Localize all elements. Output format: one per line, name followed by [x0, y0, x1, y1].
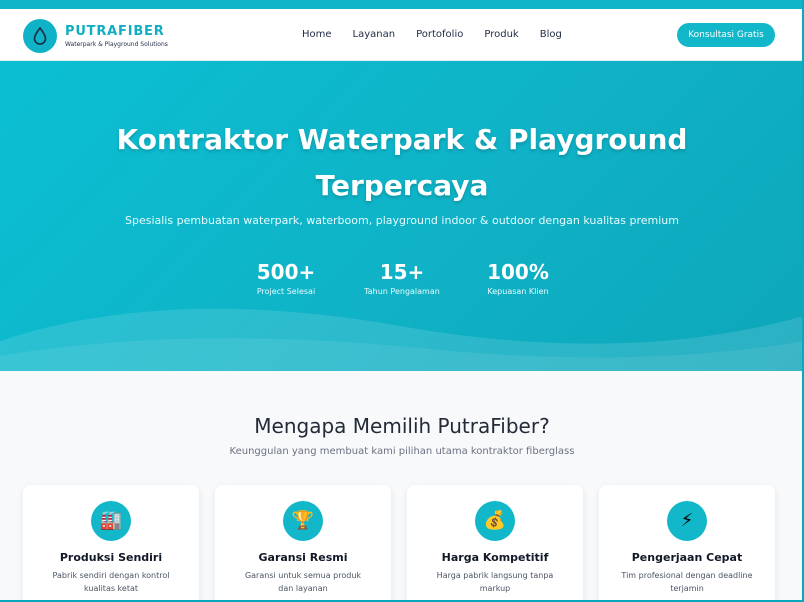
feature-card-warranty: 🏆 Garansi Resmi Garansi untuk semua prod… [215, 485, 391, 602]
stat-label: Tahun Pengalaman [364, 287, 440, 296]
card-title: Harga Kompetitif [441, 551, 549, 564]
hero-stats: 500+ Project Selesai 15+ Tahun Pengalama… [0, 259, 804, 296]
brand-tagline: Waterpark & Playground Solutions [65, 40, 168, 48]
card-description: Pabrik sendiri dengan kontrol kualitas k… [52, 571, 170, 593]
brand-name: PUTRAFIBER [65, 23, 165, 39]
trophy-icon: 🏆 [283, 501, 323, 541]
card-title: Pengerjaan Cepat [631, 551, 743, 564]
site-header: PUTRAFIBER Waterpark & Playground Soluti… [0, 9, 804, 61]
stat-projects: 500+ Project Selesai [228, 259, 344, 296]
nav-blog[interactable]: Blog [540, 28, 562, 42]
why-us-section: Mengapa Memilih PutraFiber? Keunggulan y… [0, 371, 804, 602]
card-title: Garansi Resmi [258, 551, 348, 564]
card-description: Garansi untuk semua produk dan layanan [244, 571, 362, 593]
nav-produk[interactable]: Produk [484, 28, 518, 42]
hero-section: Kontraktor Waterpark & Playground Terper… [0, 61, 804, 371]
nav-portofolio[interactable]: Portofolio [416, 28, 463, 42]
nav-home[interactable]: Home [302, 28, 332, 42]
card-title: Produksi Sendiri [59, 551, 163, 564]
nav-layanan[interactable]: Layanan [353, 28, 396, 42]
main-nav: Home Layanan Portofolio Produk Blog [302, 28, 583, 42]
feature-card-speed: ⚡ Pengerjaan Cepat Tim profesional denga… [599, 485, 775, 602]
hero-title-line2: Terpercaya [315, 169, 489, 202]
top-accent-bar [0, 0, 804, 9]
section-subtitle: Keunggulan yang membuat kami pilihan uta… [229, 446, 575, 457]
feature-card-price: 💰 Harga Kompetitif Harga pabrik langsung… [407, 485, 583, 602]
feature-cards: 🏭 Produksi Sendiri Pabrik sendiri dengan… [23, 485, 775, 602]
stat-label: Project Selesai [256, 287, 316, 296]
card-description: Harga pabrik langsung tanpa markup [436, 571, 554, 593]
money-bag-icon: 💰 [475, 501, 515, 541]
stat-experience: 15+ Tahun Pengalaman [344, 259, 460, 296]
stat-value: 15+ [379, 260, 425, 284]
section-title: Mengapa Memilih PutraFiber? [254, 414, 550, 438]
consultation-button[interactable]: Konsultasi Gratis [677, 23, 775, 47]
hero-title-line1: Kontraktor Waterpark & Playground [116, 123, 688, 156]
stat-satisfaction: 100% Kepuasan Klien [460, 259, 576, 296]
stat-label: Kepuasan Klien [487, 287, 549, 296]
stat-value: 100% [487, 260, 549, 284]
water-drop-icon [23, 19, 57, 53]
card-description: Tim profesional dengan deadline terjamin [621, 571, 753, 593]
hero-subtitle: Spesialis pembuatan waterpark, waterboom… [124, 214, 679, 227]
factory-icon: 🏭 [91, 501, 131, 541]
hero-title: Kontraktor Waterpark & Playground Terper… [0, 117, 804, 209]
lightning-icon: ⚡ [667, 501, 707, 541]
feature-card-production: 🏭 Produksi Sendiri Pabrik sendiri dengan… [23, 485, 199, 602]
stat-value: 500+ [256, 260, 316, 284]
brand-logo[interactable]: PUTRAFIBER Waterpark & Playground Soluti… [23, 19, 168, 53]
